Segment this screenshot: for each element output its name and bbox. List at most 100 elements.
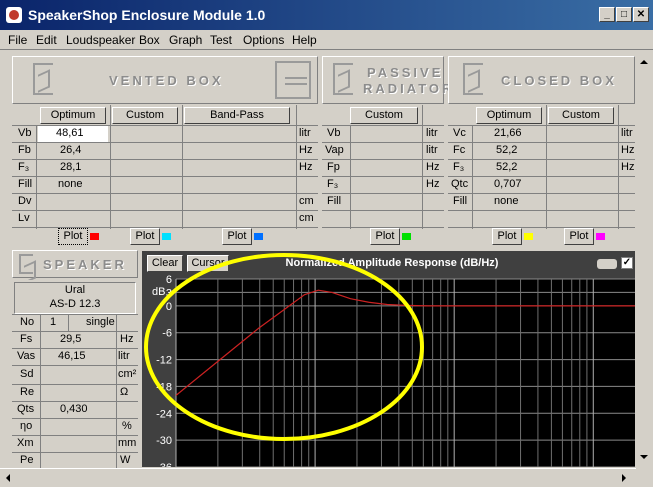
- closed-fc-value[interactable]: 52,2: [474, 143, 544, 159]
- vented-optimum-tab[interactable]: Optimum: [40, 107, 106, 124]
- speaker-pe-label: Pe: [20, 454, 34, 466]
- vented-vb-value[interactable]: 48,61: [38, 126, 108, 142]
- passive-f3-label: F₃: [327, 178, 339, 190]
- speaker-qts-value[interactable]: 0,430: [60, 402, 88, 418]
- speaker-sd-unit: cm²: [118, 368, 137, 380]
- speaker-eta-label: ηo: [20, 420, 33, 432]
- closed-fc-unit: Hz: [621, 144, 635, 156]
- vented-lv-unit: cm: [299, 212, 314, 224]
- vertical-scrollbar-bottom[interactable]: [636, 251, 653, 467]
- speaker-xm-label: Xm: [17, 437, 34, 449]
- scroll-up-icon[interactable]: [640, 56, 648, 64]
- passive-radiator-header: PASSIVE RADIATOR: [322, 56, 451, 104]
- closed-fill-value[interactable]: none: [474, 194, 544, 210]
- passive-plot-button[interactable]: Plot: [370, 228, 400, 245]
- closed-vc-unit: litr: [621, 127, 633, 139]
- menu-file[interactable]: File: [8, 33, 27, 47]
- vented-fb-label: Fb: [18, 144, 31, 156]
- menu-bar: File Edit Loudspeaker Box Graph Test Opt…: [0, 30, 653, 50]
- speaker-vas-value[interactable]: 46,15: [58, 349, 86, 365]
- closed-qtc-label: Qtc: [451, 178, 469, 190]
- y-tick-label: -36: [156, 462, 172, 467]
- vented-dv-unit: cm: [299, 195, 314, 207]
- window-title: SpeakerShop Enclosure Module 1.0: [28, 7, 266, 23]
- speaker-no-label: No: [20, 316, 35, 328]
- speaker-vas-unit: litr: [118, 350, 130, 362]
- speaker-no-value[interactable]: 1: [50, 315, 56, 331]
- speaker-grid: Ural AS-D 12.3 No 1 single Fs 29,5 Hz Va…: [12, 280, 138, 468]
- passive-custom-tab[interactable]: Custom: [350, 107, 418, 124]
- closed-fill-label: Fill: [453, 195, 468, 207]
- vented-plot-optimum-color: [90, 233, 99, 240]
- vented-plot-bandpass-button[interactable]: Plot: [222, 228, 252, 245]
- vented-logo-icon: [33, 63, 53, 95]
- speaker-fs-value[interactable]: 29,5: [60, 332, 81, 348]
- menu-graph[interactable]: Graph: [169, 33, 202, 47]
- vented-fb-value[interactable]: 26,4: [38, 143, 108, 159]
- vertical-scrollbar-top[interactable]: [636, 52, 653, 247]
- vented-f3-label: F₃: [18, 161, 30, 173]
- speaker-no-mode[interactable]: single: [86, 315, 115, 331]
- vented-dv-label: Dv: [18, 195, 32, 207]
- closed-qtc-value[interactable]: 0,707: [474, 177, 544, 193]
- y-tick-label: -6: [162, 328, 172, 340]
- vented-plot-optimum-button[interactable]: Plot: [58, 228, 88, 245]
- horizontal-scrollbar[interactable]: [0, 468, 636, 487]
- closed-fc-label: Fc: [453, 144, 466, 156]
- y-unit-label: dB: [152, 286, 165, 298]
- speaker-vas-label: Vas: [17, 350, 36, 362]
- passive-vap-unit: litr: [426, 144, 438, 156]
- closed-vc-label: Vc: [453, 127, 466, 139]
- speaker-xm-unit: mm: [118, 437, 137, 449]
- passive-logo-icon: [333, 63, 353, 95]
- closed-vc-value[interactable]: 21,66: [474, 126, 544, 142]
- vented-custom-tab[interactable]: Custom: [112, 107, 178, 124]
- scroll-left-icon[interactable]: [2, 474, 10, 482]
- vented-plot-custom-color: [162, 233, 171, 240]
- speaker-model[interactable]: AS-D 12.3: [12, 297, 138, 313]
- vented-box-header: VENTED BOX: [12, 56, 318, 104]
- y-tick-label: -30: [156, 435, 172, 447]
- menu-box[interactable]: Box: [139, 33, 160, 47]
- close-button[interactable]: ✕: [633, 7, 649, 22]
- minimize-button[interactable]: _: [599, 7, 615, 22]
- vented-plot-custom-button[interactable]: Plot: [130, 228, 160, 245]
- closed-plot-optimum-button[interactable]: Plot: [492, 228, 522, 245]
- maximize-button[interactable]: □: [616, 7, 632, 22]
- app-icon: [6, 7, 22, 23]
- passive-f3-unit: Hz: [426, 178, 440, 190]
- closed-custom-tab[interactable]: Custom: [548, 107, 614, 124]
- passive-vap-label: Vap: [325, 144, 344, 156]
- vented-fb-unit: Hz: [299, 144, 313, 156]
- vented-fill-value[interactable]: none: [38, 177, 108, 193]
- menu-loudspeaker[interactable]: Loudspeaker: [66, 33, 135, 47]
- speaker-re-unit: Ω: [120, 386, 129, 398]
- vented-fill-label: Fill: [18, 178, 33, 190]
- vented-f3-unit: Hz: [299, 161, 313, 173]
- closed-f3-unit: Hz: [621, 161, 635, 173]
- passive-vb-label: Vb: [327, 127, 341, 139]
- closed-optimum-tab[interactable]: Optimum: [476, 107, 542, 124]
- scroll-down-icon[interactable]: [640, 455, 648, 463]
- passive-fp-label: Fp: [327, 161, 340, 173]
- graph-panel: Clear Cursor Normalized Amplitude Respon…: [142, 251, 635, 467]
- speaker-fs-unit: Hz: [120, 333, 134, 345]
- closed-f3-value[interactable]: 52,2: [474, 160, 544, 176]
- menu-help[interactable]: Help: [292, 33, 317, 47]
- passive-fp-unit: Hz: [426, 161, 440, 173]
- scroll-right-icon[interactable]: [622, 474, 630, 482]
- closed-plot-optimum-color: [524, 233, 533, 240]
- menu-test[interactable]: Test: [210, 33, 232, 47]
- closed-plot-custom-color: [596, 233, 605, 240]
- menu-options[interactable]: Options: [243, 33, 284, 47]
- speaker-eta-unit: %: [122, 420, 132, 432]
- speaker-re-label: Re: [20, 386, 35, 398]
- menu-edit[interactable]: Edit: [36, 33, 57, 47]
- closed-box-title: CLOSED BOX: [501, 73, 617, 88]
- vented-bandpass-tab[interactable]: Band-Pass: [184, 107, 290, 124]
- vented-f3-value[interactable]: 28,1: [38, 160, 108, 176]
- vented-port-icon: [275, 61, 311, 99]
- closed-grid: Optimum Custom Vc 21,66 litr Fc 52,2 Hz …: [448, 105, 635, 245]
- passive-fill-label: Fill: [327, 195, 342, 207]
- closed-plot-custom-button[interactable]: Plot: [564, 228, 594, 245]
